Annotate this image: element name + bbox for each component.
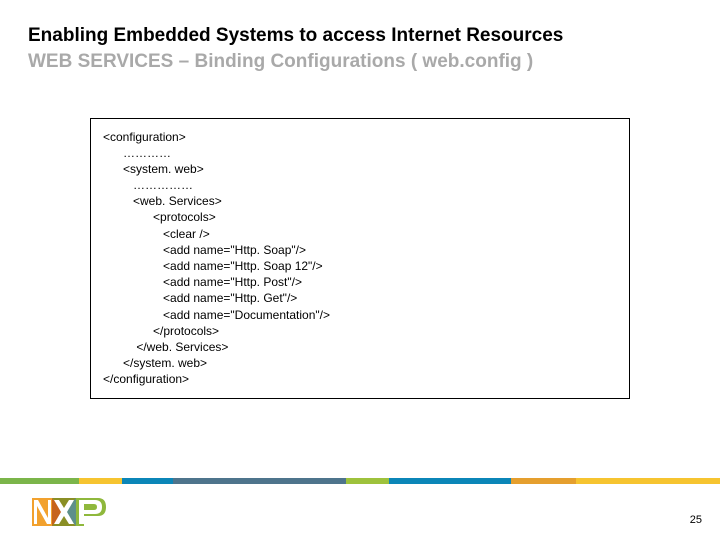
- code-line: <add name="Http. Soap 12"/>: [103, 258, 617, 274]
- title-line-2: WEB SERVICES – Binding Configurations ( …: [28, 50, 692, 74]
- code-line: </configuration>: [103, 371, 617, 387]
- slide-footer: 25: [0, 472, 720, 540]
- code-line: <add name="Http. Post"/>: [103, 274, 617, 290]
- code-line: <configuration>: [103, 129, 617, 145]
- code-line: <add name="Http. Get"/>: [103, 290, 617, 306]
- code-line: </system. web>: [103, 355, 617, 371]
- brand-color-bar: [0, 478, 720, 484]
- bar-segment: [346, 478, 389, 484]
- code-line: <add name="Documentation"/>: [103, 307, 617, 323]
- bar-segment: [122, 478, 172, 484]
- bar-segment: [79, 478, 122, 484]
- title-line-1: Enabling Embedded Systems to access Inte…: [28, 24, 692, 48]
- code-line: <add name="Http. Soap"/>: [103, 242, 617, 258]
- code-line: <system. web>: [103, 161, 617, 177]
- bar-segment: [511, 478, 576, 484]
- code-line: ……………: [103, 177, 617, 193]
- code-line: <clear />: [103, 226, 617, 242]
- bar-segment: [576, 478, 720, 484]
- bar-segment: [173, 478, 346, 484]
- code-line: <web. Services>: [103, 193, 617, 209]
- page-number: 25: [690, 514, 702, 526]
- code-line: </protocols>: [103, 323, 617, 339]
- code-line: …………: [103, 145, 617, 161]
- nxp-logo-icon: [32, 494, 110, 530]
- bar-segment: [0, 478, 79, 484]
- code-line: <protocols>: [103, 209, 617, 225]
- slide-title-block: Enabling Embedded Systems to access Inte…: [0, 0, 720, 80]
- code-box: <configuration> ………… <system. web> ………………: [90, 118, 630, 399]
- bar-segment: [389, 478, 511, 484]
- code-line: </web. Services>: [103, 339, 617, 355]
